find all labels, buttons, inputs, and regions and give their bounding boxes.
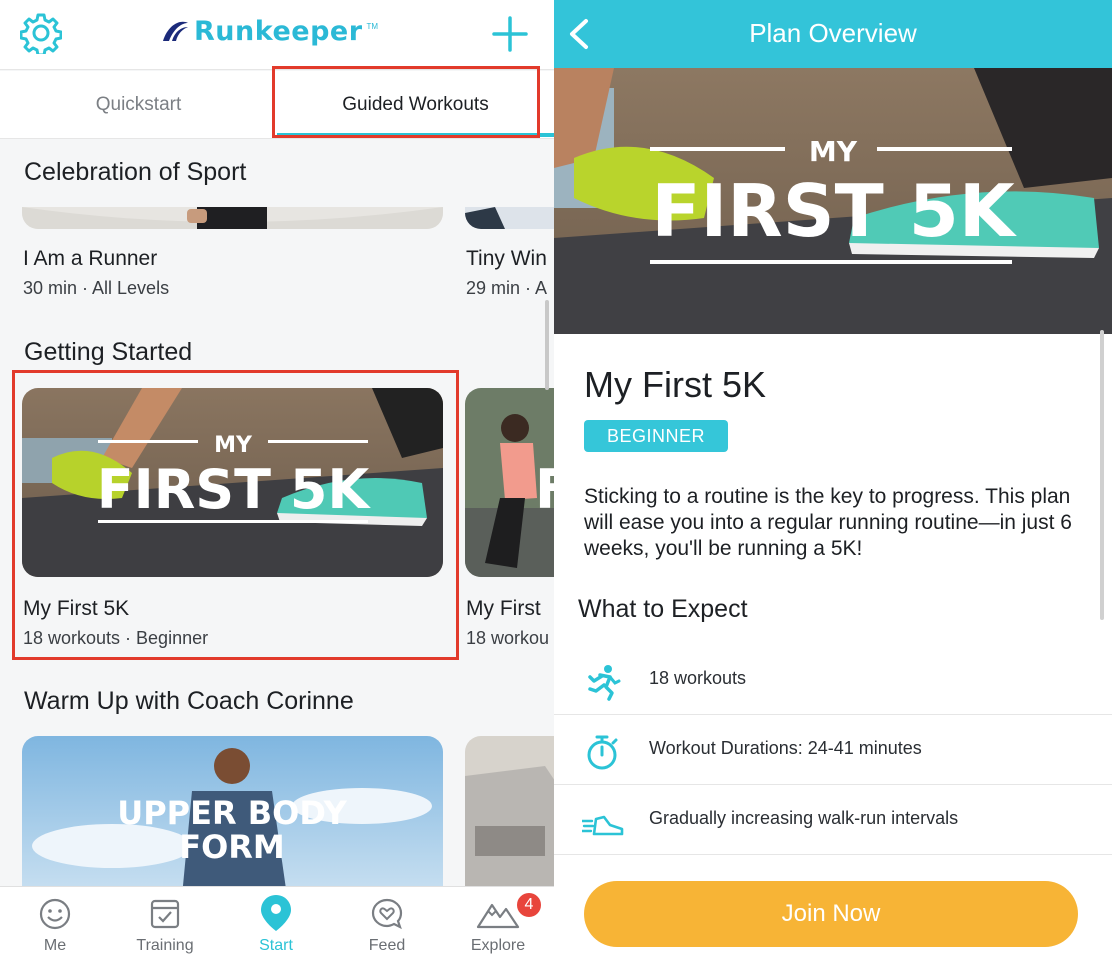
scrollbar[interactable] <box>545 300 549 390</box>
page-title: Plan Overview <box>749 18 917 48</box>
tab-quickstart[interactable]: Quickstart <box>0 71 277 139</box>
nav-label: Start <box>259 937 293 954</box>
nav-training[interactable]: Training <box>110 887 220 966</box>
runkeeper-start-screen: Runkeeper TM Quickstart Guided Workouts … <box>0 0 554 966</box>
notification-badge: 4 <box>515 891 543 919</box>
runner-photo: F <box>465 388 554 577</box>
nav-label: Me <box>43 937 67 954</box>
nav-start[interactable]: Start <box>221 887 331 966</box>
workout-card-image[interactable] <box>465 207 554 229</box>
card-subtitle: 30 min · All Levels <box>23 278 170 298</box>
car-photo <box>465 736 554 896</box>
app-header: Runkeeper TM <box>0 0 554 70</box>
overlay-form: FORM <box>179 828 285 866</box>
card-subtitle: 29 min · A <box>466 278 548 298</box>
expect-text: Gradually increasing walk-run intervals <box>649 808 959 828</box>
section-title: Celebration of Sport <box>24 158 247 186</box>
add-icon[interactable] <box>492 16 528 52</box>
card-subtitle: 18 workou <box>466 628 550 648</box>
section-title: Warm Up with Coach Corinne <box>24 687 354 715</box>
workout-card-image[interactable] <box>465 736 554 896</box>
stopwatch-icon <box>587 735 618 770</box>
overlay-my: MY <box>214 433 253 458</box>
plan-overview-screen: Plan Overview MY FIRST 5K My First 5K BE… <box>554 0 1112 966</box>
scrollbar[interactable] <box>1100 330 1104 620</box>
join-now-button[interactable]: Join Now <box>584 881 1078 947</box>
plan-title: My First 5K <box>584 364 767 405</box>
workout-tabs: Quickstart Guided Workouts <box>0 71 554 139</box>
heart-bubble-icon <box>371 898 403 930</box>
brand-name: Runkeeper <box>194 16 363 47</box>
workout-card-image[interactable]: F <box>465 388 554 577</box>
nav-me[interactable]: Me <box>0 887 110 966</box>
trademark: TM <box>366 22 379 31</box>
expect-item: Workout Durations: 24-41 minutes <box>554 715 1112 785</box>
tab-guided-workouts[interactable]: Guided Workouts <box>277 71 554 139</box>
section-title: What to Expect <box>578 595 748 623</box>
section-title: Getting Started <box>24 338 193 366</box>
expect-text: 18 workouts <box>649 668 747 688</box>
hero-overlay-first-5k: FIRST 5K <box>651 169 1017 253</box>
workout-card-image[interactable] <box>22 207 443 229</box>
overlay-upper-body: UPPER BODY <box>117 794 347 832</box>
expect-item: 18 workouts <box>554 645 1112 715</box>
shoe-icon <box>582 815 624 836</box>
my-first-5k-card-image[interactable]: MY FIRST 5K <box>22 388 443 577</box>
overlay-first-5k: FIRST 5K <box>97 458 372 521</box>
runner-icon <box>588 665 621 701</box>
hero-overlay-my: MY <box>809 135 858 168</box>
plan-description: Sticking to a routine is the key to prog… <box>584 485 1072 560</box>
card-title[interactable]: Tiny Win <box>466 247 547 271</box>
card-title[interactable]: My First <box>466 597 541 621</box>
plan-hero-image: MY FIRST 5K <box>554 68 1112 334</box>
first-5k-hero-photo: MY FIRST 5K <box>554 68 1112 334</box>
settings-gear-icon[interactable] <box>20 12 62 54</box>
nav-label: Explore <box>470 937 526 954</box>
plan-header: Plan Overview <box>554 0 1112 68</box>
card-title[interactable]: My First 5K <box>23 597 129 621</box>
overlay-f: F <box>535 458 554 521</box>
expect-text: Workout Durations: 24-41 minutes <box>649 738 922 758</box>
smiley-icon <box>39 898 71 930</box>
coach-photo: UPPER BODY FORM <box>22 736 443 896</box>
workout-card-image[interactable]: UPPER BODY FORM <box>22 736 443 896</box>
checklist-icon <box>150 899 180 929</box>
bottom-navigation: Me Training Start Feed Explore <box>0 886 554 966</box>
nav-feed[interactable]: Feed <box>332 887 442 966</box>
card-title[interactable]: I Am a Runner <box>23 247 157 271</box>
mountains-icon <box>476 903 520 929</box>
active-tab-indicator <box>277 133 554 137</box>
nav-label: Feed <box>368 937 406 954</box>
level-badge: BEGINNER <box>584 420 728 452</box>
runner-photo <box>22 207 443 229</box>
card-subtitle: 18 workouts · Beginner <box>23 628 209 648</box>
join-footer: Join Now <box>554 856 1112 966</box>
nav-label: Training <box>136 937 194 954</box>
workout-photo <box>465 207 554 229</box>
runkeeper-logo: Runkeeper TM <box>160 16 378 47</box>
expect-item: Gradually increasing walk-run intervals <box>554 785 1112 855</box>
asics-stripe-icon <box>163 21 188 41</box>
first-5k-photo: MY FIRST 5K <box>22 388 443 577</box>
location-pin-icon <box>261 895 291 931</box>
